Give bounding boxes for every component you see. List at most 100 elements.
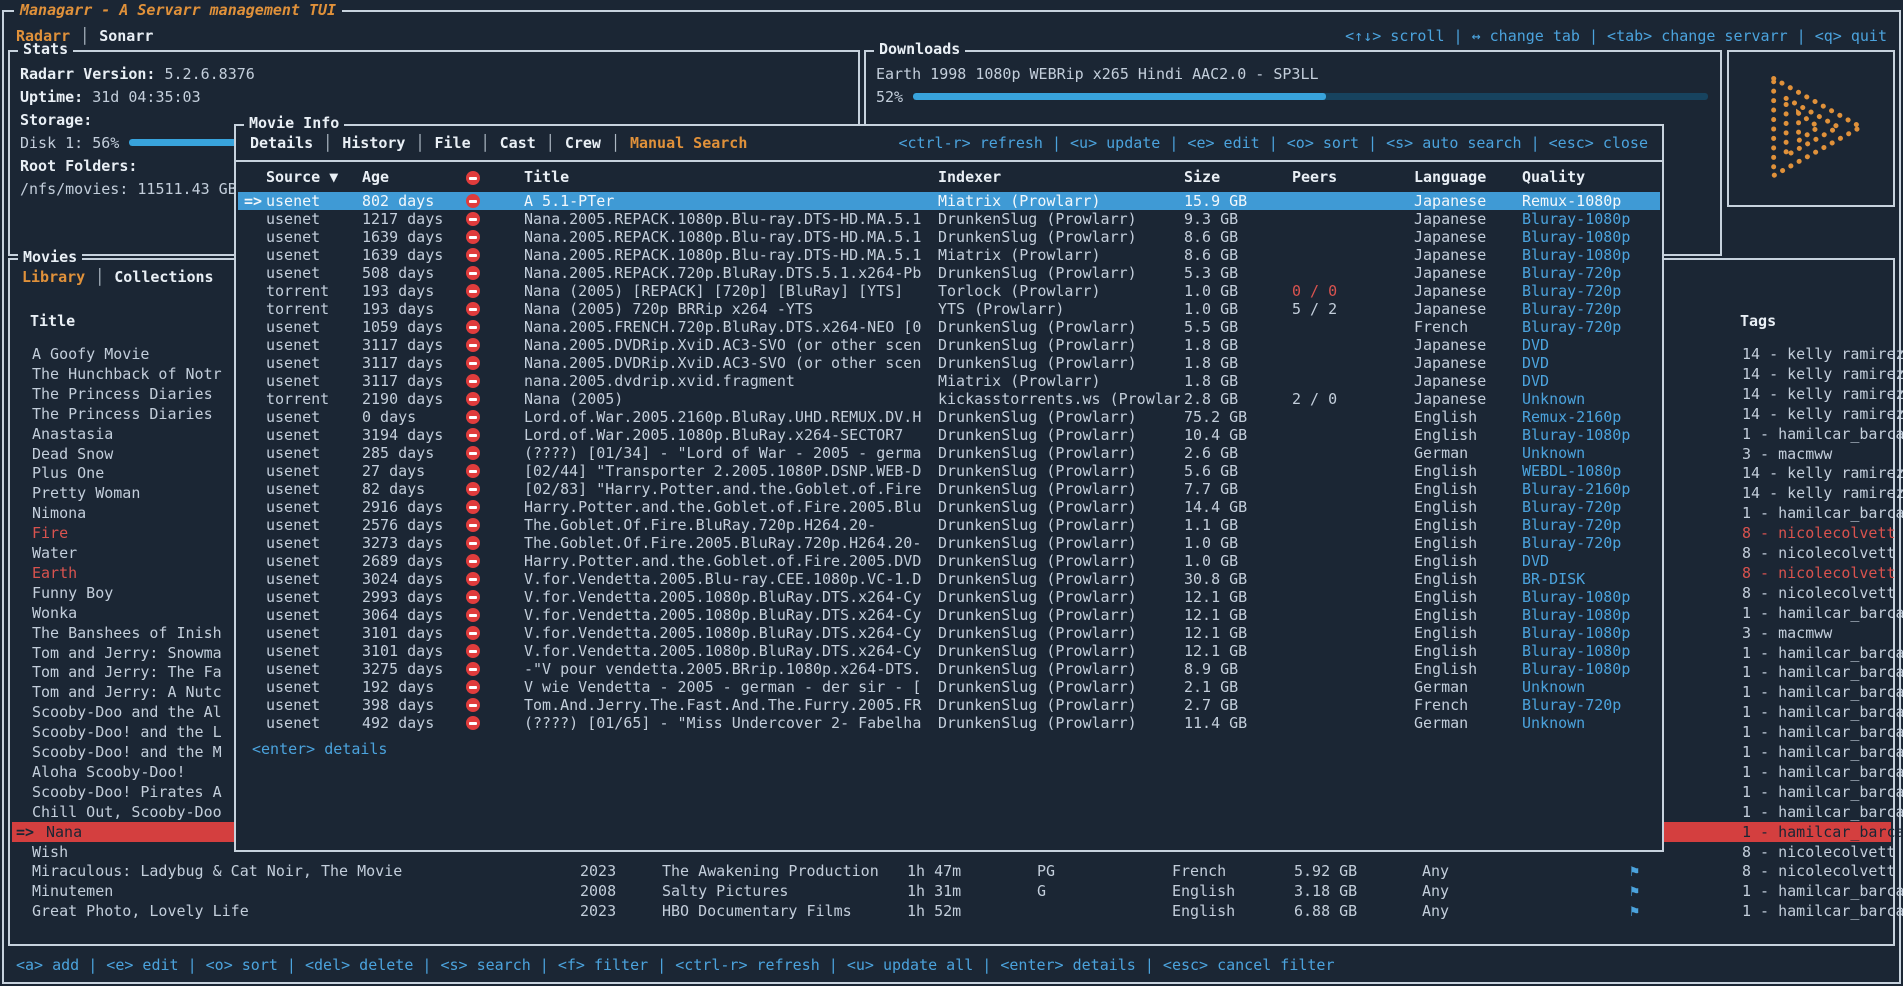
release-row[interactable]: usenet2916 daysHarry.Potter.and.the.Gobl… xyxy=(238,498,1660,516)
source-column-header[interactable]: Source ▼ xyxy=(266,168,338,186)
release-indexer-cell: DrunkenSlug (Prowlarr) xyxy=(938,228,1180,246)
movie-row[interactable]: Great Photo, Lovely Life2023HBO Document… xyxy=(12,901,1891,921)
movie-info-tab-manual-search[interactable]: Manual Search xyxy=(630,134,747,152)
release-row[interactable]: usenet3024 daysV.for.Vendetta.2005.Blu-r… xyxy=(238,570,1660,588)
movies-tab-library[interactable]: Library xyxy=(22,268,85,286)
release-size-cell: 2.7 GB xyxy=(1184,696,1238,714)
size-column-header[interactable]: Size xyxy=(1184,168,1220,186)
release-row[interactable]: usenet3064 daysV.for.Vendetta.2005.1080p… xyxy=(238,606,1660,624)
release-quality-cell: WEBDL-1080p xyxy=(1522,462,1621,480)
movie-info-tab-file[interactable]: File xyxy=(435,134,471,152)
release-age-cell: 1639 days xyxy=(362,246,443,264)
movies-tabs: Library│Collections xyxy=(22,268,214,286)
movie-row[interactable]: Minutemen2008Salty Pictures1h 31mGEnglis… xyxy=(12,881,1891,901)
release-row[interactable]: =>usenet802 daysA 5.1-PTerMiatrix (Prowl… xyxy=(238,192,1660,210)
release-age-cell: 82 days xyxy=(362,480,425,498)
release-row[interactable]: usenet3117 daysNana.2005.DVDRip.XviD.AC3… xyxy=(238,354,1660,372)
release-row[interactable]: usenet3101 daysV.for.Vendetta.2005.1080p… xyxy=(238,624,1660,642)
release-row[interactable]: usenet3273 daysThe.Goblet.Of.Fire.2005.B… xyxy=(238,534,1660,552)
servarr-tab-radarr[interactable]: Radarr xyxy=(16,27,70,45)
release-quality-cell: DVD xyxy=(1522,552,1549,570)
version-label: Radarr Version: xyxy=(20,65,155,83)
movie-row[interactable]: Miraculous: Ladybug & Cat Noir, The Movi… xyxy=(12,861,1891,881)
release-language-cell: French xyxy=(1414,696,1468,714)
managarr-logo-icon xyxy=(1747,71,1875,187)
release-row[interactable]: usenet3101 daysV.for.Vendetta.2005.1080p… xyxy=(238,642,1660,660)
movie-info-tab-history[interactable]: History xyxy=(342,134,405,152)
title-column-header[interactable]: Title xyxy=(524,168,569,186)
release-row[interactable]: usenet1639 daysNana.2005.REPACK.1080p.Bl… xyxy=(238,246,1660,264)
release-indexer-cell: DrunkenSlug (Prowlarr) xyxy=(938,588,1180,606)
release-indexer-cell: DrunkenSlug (Prowlarr) xyxy=(938,210,1180,228)
release-quality-cell: Bluray-720p xyxy=(1522,264,1621,282)
release-size-cell: 12.1 GB xyxy=(1184,588,1247,606)
release-size-cell: 5.6 GB xyxy=(1184,462,1238,480)
release-row[interactable]: usenet192 daysV wie Vendetta - 2005 - ge… xyxy=(238,678,1660,696)
release-row[interactable]: usenet1059 daysNana.2005.FRENCH.720p.Blu… xyxy=(238,318,1660,336)
release-row[interactable]: usenet492 days(????) [01/65] - "Miss Und… xyxy=(238,714,1660,732)
release-row[interactable]: usenet3194 daysLord.of.War.2005.1080p.Bl… xyxy=(238,426,1660,444)
release-row[interactable]: usenet27 days[02/44] "Transporter 2.2005… xyxy=(238,462,1660,480)
release-row[interactable]: usenet3117 daysNana.2005.DVDRip.XviD.AC3… xyxy=(238,336,1660,354)
movie-tag-cell: 8 - nicolecolvett xyxy=(1742,543,1896,563)
release-language-cell: German xyxy=(1414,714,1468,732)
peers-column-header[interactable]: Peers xyxy=(1292,168,1337,186)
release-indexer-cell: DrunkenSlug (Prowlarr) xyxy=(938,606,1180,624)
release-row[interactable]: torrent193 daysNana (2005) 720p BRRip x2… xyxy=(238,300,1660,318)
movie-title-cell: Anastasia xyxy=(32,424,113,444)
rejected-icon xyxy=(466,716,480,730)
release-age-cell: 3117 days xyxy=(362,372,443,390)
release-row[interactable]: usenet508 daysNana.2005.REPACK.720p.BluR… xyxy=(238,264,1660,282)
release-language-cell: Japanese xyxy=(1414,372,1486,390)
release-row[interactable]: usenet82 days[02/83] "Harry.Potter.and.t… xyxy=(238,480,1660,498)
rejected-icon xyxy=(466,518,480,532)
release-row[interactable]: usenet1639 daysNana.2005.REPACK.1080p.Bl… xyxy=(238,228,1660,246)
movie-info-tab-crew[interactable]: Crew xyxy=(565,134,601,152)
age-column-header[interactable]: Age xyxy=(362,168,389,186)
root-folder-label: /nfs/movies: 11511.43 GB xyxy=(20,180,237,198)
movie-info-tab-details[interactable]: Details xyxy=(250,134,313,152)
release-row[interactable]: usenet1217 daysNana.2005.REPACK.1080p.Bl… xyxy=(238,210,1660,228)
movie-title-cell: Nimona xyxy=(32,503,86,523)
uptime-line: Uptime: 31d 04:35:03 xyxy=(20,85,846,108)
release-row[interactable]: usenet285 days(????) [01/34] - "Lord of … xyxy=(238,444,1660,462)
release-quality-cell: Bluray-1080p xyxy=(1522,642,1630,660)
tab-separator: │ xyxy=(323,134,332,152)
movie-title-cell: A Goofy Movie xyxy=(32,344,149,364)
release-row[interactable]: usenet3275 days-"V pour vendetta.2005.BR… xyxy=(238,660,1660,678)
release-source-cell: usenet xyxy=(266,192,320,210)
indexer-column-header[interactable]: Indexer xyxy=(938,168,1001,186)
movie-info-tab-cast[interactable]: Cast xyxy=(500,134,536,152)
release-row[interactable]: usenet3117 daysnana.2005.dvdrip.xvid.fra… xyxy=(238,372,1660,390)
rejected-icon xyxy=(466,482,480,496)
release-source-cell: usenet xyxy=(266,426,320,444)
servarr-tab-sonarr[interactable]: Sonarr xyxy=(99,27,153,45)
release-age-cell: 285 days xyxy=(362,444,434,462)
selected-row-arrow: => xyxy=(244,192,262,210)
rejected-icon xyxy=(466,698,480,712)
movies-tab-collections[interactable]: Collections xyxy=(114,268,213,286)
language-column-header[interactable]: Language xyxy=(1414,168,1486,186)
release-quality-cell: Bluray-720p xyxy=(1522,516,1621,534)
release-row[interactable]: usenet2689 daysHarry.Potter.and.the.Gobl… xyxy=(238,552,1660,570)
release-row[interactable]: usenet2993 daysV.for.Vendetta.2005.1080p… xyxy=(238,588,1660,606)
release-size-cell: 1.0 GB xyxy=(1184,300,1238,318)
monitored-flag-icon: ⚑ xyxy=(1630,861,1639,881)
release-title-cell: Harry.Potter.and.the.Goblet.of.Fire.2005… xyxy=(524,498,934,516)
release-language-cell: English xyxy=(1414,426,1477,444)
release-row[interactable]: torrent2190 daysNana (2005)kickasstorren… xyxy=(238,390,1660,408)
release-row[interactable]: usenet0 daysLord.of.War.2005.2160p.BluRa… xyxy=(238,408,1660,426)
release-title-cell: Nana.2005.REPACK.1080p.Blu-ray.DTS-HD.MA… xyxy=(524,228,934,246)
release-language-cell: English xyxy=(1414,498,1477,516)
app-title: Managarr - A Servarr management TUI xyxy=(14,1,342,19)
quality-column-header[interactable]: Quality xyxy=(1522,168,1585,186)
release-row[interactable]: torrent193 daysNana (2005) [REPACK] [720… xyxy=(238,282,1660,300)
movie-tag-cell: 8 - nicolecolvett xyxy=(1742,583,1896,603)
release-size-cell: 30.8 GB xyxy=(1184,570,1247,588)
movie-title-cell: Tom and Jerry: A Nutc xyxy=(32,682,222,702)
modal-footer-hint: <enter> details xyxy=(252,740,387,758)
movies-tags-column-header: Tags xyxy=(1740,312,1776,330)
release-row[interactable]: usenet2576 daysThe.Goblet.Of.Fire.BluRay… xyxy=(238,516,1660,534)
release-language-cell: French xyxy=(1414,318,1468,336)
release-row[interactable]: usenet398 daysTom.And.Jerry.The.Fast.And… xyxy=(238,696,1660,714)
